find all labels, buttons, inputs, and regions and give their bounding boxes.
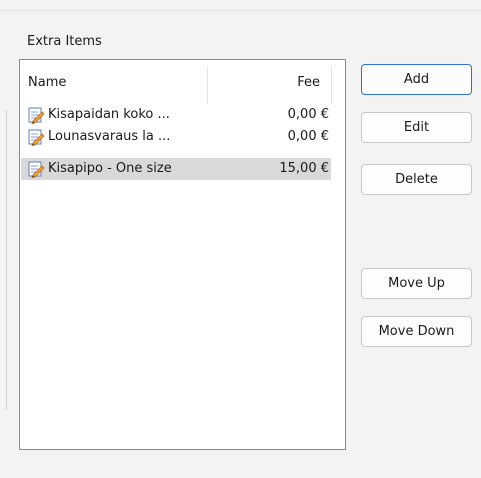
edit-document-icon: [28, 161, 45, 178]
list-header: Name Fee: [20, 60, 345, 104]
move-up-button[interactable]: Move Up: [361, 268, 472, 299]
item-name: Kisapipo - One size: [48, 161, 172, 176]
move-down-button[interactable]: Move Down: [361, 316, 472, 347]
item-name: Lounasvaraus la ...: [48, 129, 171, 144]
column-header-fee[interactable]: Fee: [297, 75, 320, 90]
edit-document-icon: [28, 107, 45, 124]
item-fee: 0,00 €: [287, 129, 329, 144]
column-separator[interactable]: [331, 66, 332, 104]
group-title: Extra Items: [27, 34, 102, 49]
extra-items-list[interactable]: Name Fee Kisapaidan koko ... 0,00 € Loun…: [19, 59, 346, 450]
left-edge-line: [6, 110, 7, 410]
edit-button[interactable]: Edit: [361, 112, 472, 143]
item-fee: 15,00 €: [279, 161, 329, 176]
column-header-name[interactable]: Name: [28, 75, 66, 90]
column-separator[interactable]: [207, 66, 208, 104]
item-fee: 0,00 €: [287, 107, 329, 122]
item-name: Kisapaidan koko ...: [48, 107, 170, 122]
extra-items-panel: Extra Items Name Fee Kisapaidan koko ...…: [0, 0, 481, 478]
list-item-selected[interactable]: Kisapipo - One size 15,00 €: [21, 158, 331, 180]
list-item[interactable]: Kisapaidan koko ... 0,00 €: [21, 104, 331, 126]
edit-document-icon: [28, 129, 45, 146]
delete-button[interactable]: Delete: [361, 164, 472, 195]
add-button[interactable]: Add: [361, 64, 472, 95]
list-item[interactable]: Lounasvaraus la ... 0,00 €: [21, 126, 331, 148]
top-divider: [0, 10, 481, 11]
